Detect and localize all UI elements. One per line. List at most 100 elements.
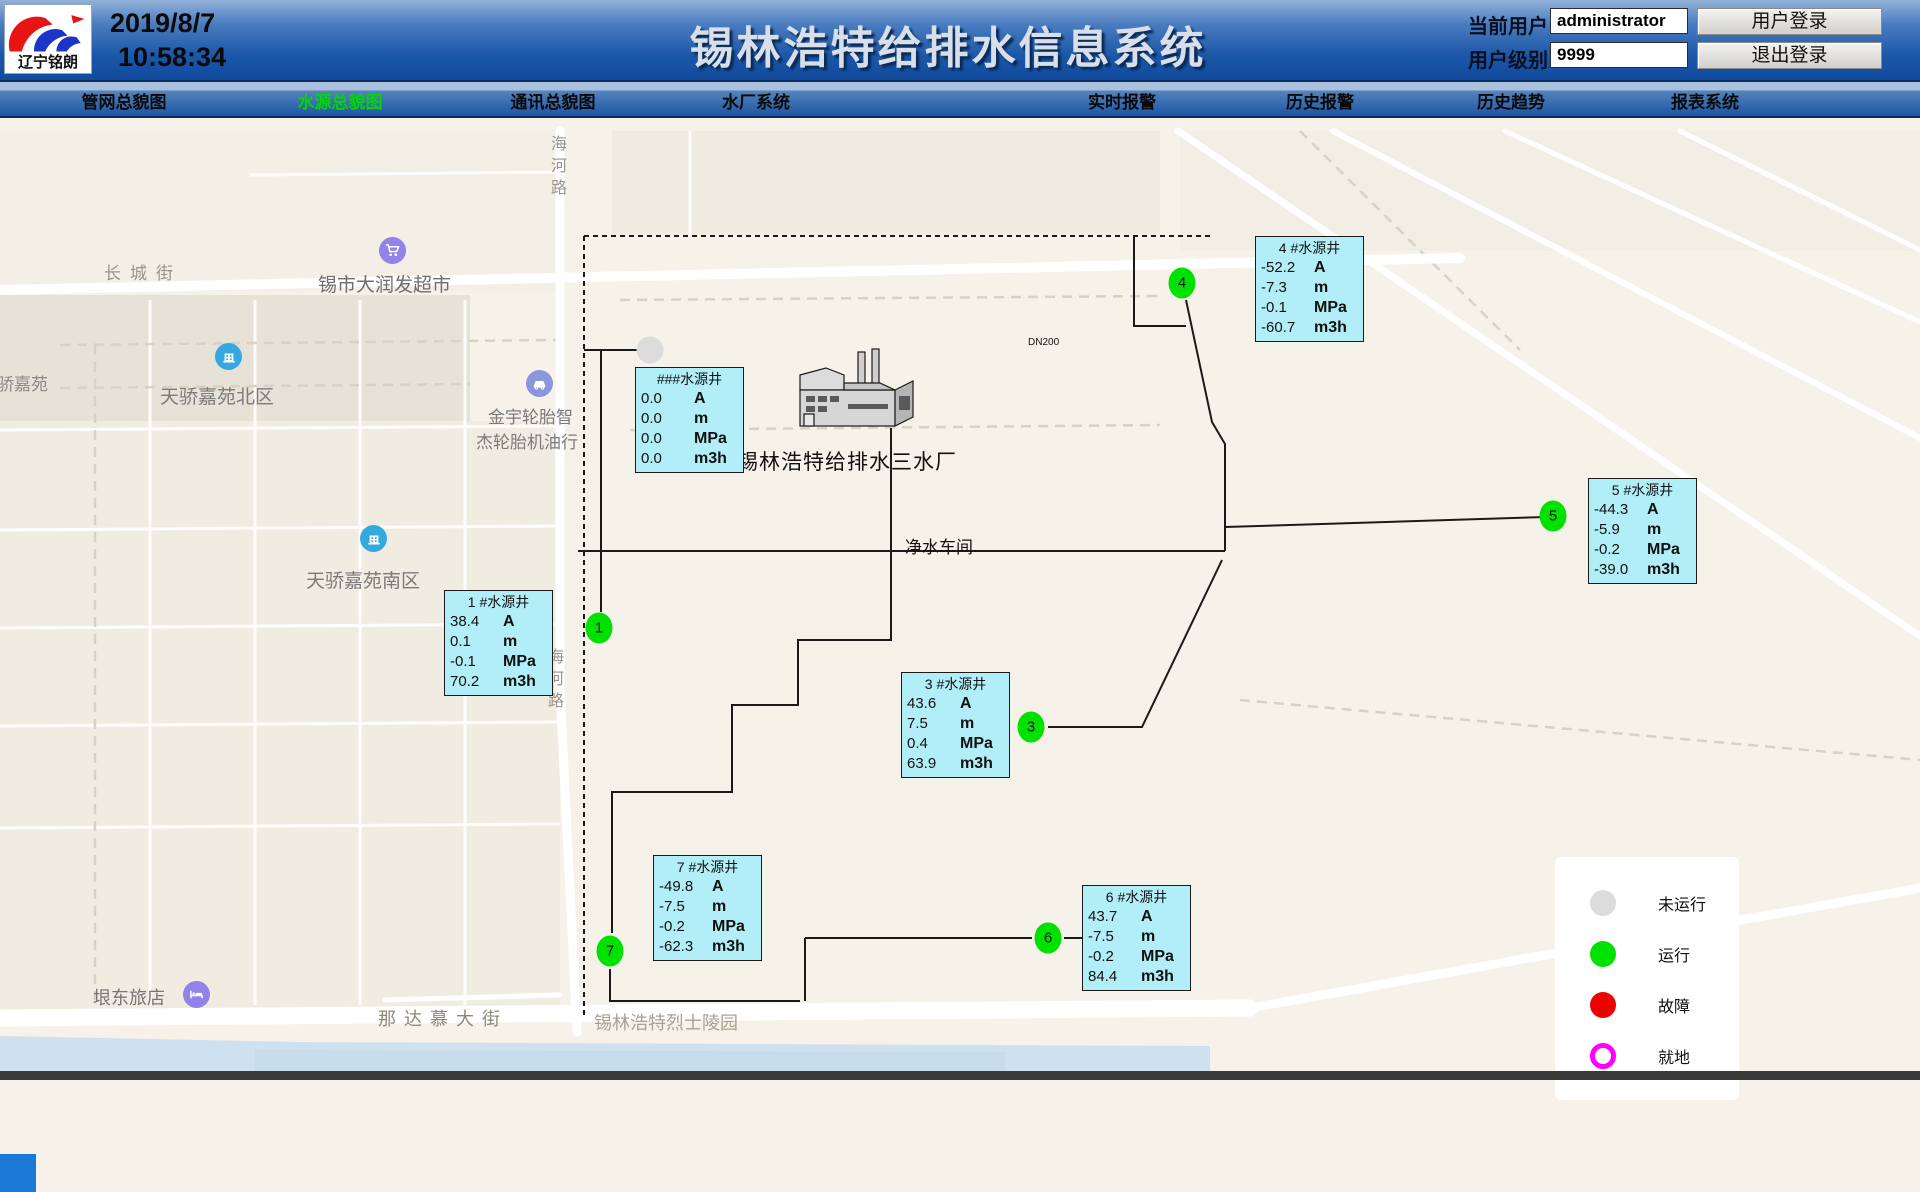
- well-marker-1[interactable]: 1: [586, 613, 613, 644]
- well-box: 4 #水源井-52.2A-7.3m-0.1MPa-60.7m3h: [1255, 236, 1364, 342]
- legend-ring-icon: [1590, 1043, 1616, 1069]
- legend-dot-icon: [1590, 941, 1616, 967]
- legend-dot-icon: [1590, 890, 1616, 916]
- well-measurement-row: -0.1MPa: [1261, 298, 1358, 318]
- well-box-title: 4 #水源井: [1261, 238, 1358, 258]
- poi-label-cemetery: 锡林浩特烈士陵园: [594, 1009, 738, 1035]
- well-measurement-row: -60.7m3h: [1261, 318, 1358, 338]
- main-nav: 管网总貌图 水源总貌图 通讯总貌图 水厂系统 实时报警 历史报警 历史趋势 报表系统: [0, 82, 1920, 118]
- nav-item-8[interactable]: 报表系统: [1671, 90, 1739, 118]
- well-box-title: 7 #水源井: [659, 857, 756, 877]
- well-measurement-row: 70.2m3h: [450, 672, 547, 692]
- nav-item-6[interactable]: 历史报警: [1286, 90, 1354, 118]
- well-box: 6 #水源井43.7A-7.5m-0.2MPa84.4m3h: [1082, 885, 1191, 991]
- legend-label: 运行: [1658, 942, 1690, 966]
- well-measurement-row: -0.1MPa: [450, 652, 547, 672]
- well-box: 5 #水源井-44.3A-5.9m-0.2MPa-39.0m3h: [1588, 478, 1697, 584]
- well-box-title: ###水源井: [641, 369, 738, 389]
- header-bar: 辽宁铭朗 2019/8/7 10:58:34 锡林浩特给排水信息系统 当前用户 …: [0, 0, 1920, 82]
- well-measurement-row: 63.9m3h: [907, 754, 1004, 774]
- well-measurement-row: -44.3A: [1594, 500, 1691, 520]
- well-marker-6[interactable]: 6: [1035, 923, 1062, 954]
- legend-item: 故障: [1555, 979, 1739, 1030]
- well-marker-7[interactable]: 7: [597, 936, 624, 967]
- well-marker-idle[interactable]: [637, 337, 664, 364]
- window-bottom-edge: [0, 1071, 1920, 1080]
- well-measurement-row: -49.8A: [659, 877, 756, 897]
- well-measurement-row: 0.1m: [450, 632, 547, 652]
- well-box: 3 #水源井43.6A7.5m0.4MPa63.9m3h: [901, 672, 1010, 778]
- legend-item: 运行: [1555, 928, 1739, 979]
- well-measurement-row: 0.0MPa: [641, 429, 738, 449]
- building-icon-north: [215, 343, 242, 370]
- legend-label: 故障: [1658, 993, 1690, 1017]
- well-measurement-row: 0.0A: [641, 389, 738, 409]
- well-marker-4[interactable]: 4: [1169, 268, 1196, 299]
- poi-label-tire-shop-1: 金宇轮胎智: [488, 403, 573, 428]
- well-measurement-row: -0.2MPa: [1088, 947, 1185, 967]
- well-measurement-row: -39.0m3h: [1594, 560, 1691, 580]
- well-measurement-row: 0.0m3h: [641, 449, 738, 469]
- current-time: 10:58:34: [110, 40, 226, 74]
- well-measurement-row: -7.5m: [659, 897, 756, 917]
- current-user-input[interactable]: [1550, 8, 1688, 34]
- well-measurement-row: -0.2MPa: [659, 917, 756, 937]
- nav-item-2[interactable]: 水源总貌图: [298, 90, 383, 118]
- well-measurement-row: -62.3m3h: [659, 937, 756, 957]
- poi-label-hotel: 垠东旅店: [93, 984, 165, 1010]
- company-logo: 辽宁铭朗: [4, 4, 92, 74]
- well-measurement-row: 38.4A: [450, 612, 547, 632]
- poi-label-supermarket: 锡市大润发超市: [318, 270, 451, 297]
- well-box-title: 1 #水源井: [450, 592, 547, 612]
- well-measurement-row: -7.5m: [1088, 927, 1185, 947]
- nav-item-4[interactable]: 水厂系统: [722, 90, 790, 118]
- well-measurement-row: -5.9m: [1594, 520, 1691, 540]
- building-icon-south: [360, 525, 387, 552]
- workshop-label: 净水车间: [905, 533, 973, 558]
- map-water-tile: [0, 1154, 36, 1192]
- current-user-label: 当前用户: [1468, 10, 1548, 39]
- nav-item-5[interactable]: 实时报警: [1088, 90, 1156, 118]
- road-label-haihe-top: 海河路: [544, 135, 568, 201]
- well-box: 1 #水源井38.4A0.1m-0.1MPa70.2m3h: [444, 590, 553, 696]
- legend-dot-icon: [1590, 992, 1616, 1018]
- well-measurement-row: 7.5m: [907, 714, 1004, 734]
- logo-text: 辽宁铭朗: [5, 55, 91, 71]
- well-box-title: 6 #水源井: [1088, 887, 1185, 907]
- nav-item-3[interactable]: 通讯总貌图: [511, 90, 596, 118]
- well-measurement-row: 43.6A: [907, 694, 1004, 714]
- logo-swoosh-icon: [6, 7, 90, 55]
- page-title: 锡林浩特给排水信息系统: [690, 12, 1207, 76]
- clock: 2019/8/7 10:58:34: [110, 6, 226, 74]
- user-level-label: 用户级别: [1468, 44, 1548, 73]
- well-box-title: 5 #水源井: [1594, 480, 1691, 500]
- poi-label-estate-north: 天骄嘉苑北区: [160, 382, 274, 409]
- pipe-diameter-label: DN200: [1028, 337, 1059, 348]
- logout-button[interactable]: 退出登录: [1697, 42, 1882, 69]
- shopping-cart-icon: [379, 237, 406, 264]
- car-icon: [526, 370, 553, 397]
- plant-title: 锡林浩特给排水三水厂: [737, 446, 957, 476]
- well-box: 7 #水源井-49.8A-7.5m-0.2MPa-62.3m3h: [653, 855, 762, 961]
- well-measurement-row: 0.4MPa: [907, 734, 1004, 754]
- poi-label-estate-south: 天骄嘉苑南区: [306, 566, 420, 593]
- legend-label: 未运行: [1658, 891, 1706, 915]
- login-button[interactable]: 用户登录: [1697, 8, 1882, 35]
- bed-icon: [183, 981, 210, 1008]
- poi-label-tire-shop-2: 杰轮胎机油行: [476, 428, 578, 453]
- nav-item-7[interactable]: 历史趋势: [1477, 90, 1545, 118]
- nav-item-1[interactable]: 管网总貌图: [82, 90, 167, 118]
- well-box-title: 3 #水源井: [907, 674, 1004, 694]
- well-measurement-row: 84.4m3h: [1088, 967, 1185, 987]
- user-level-input[interactable]: [1550, 42, 1688, 68]
- legend-item: 未运行: [1555, 877, 1739, 928]
- well-measurement-row: 43.7A: [1088, 907, 1185, 927]
- well-measurement-row: -52.2A: [1261, 258, 1358, 278]
- current-date: 2019/8/7: [110, 6, 226, 40]
- well-measurement-row: -0.2MPa: [1594, 540, 1691, 560]
- map-canvas: 长城街 锡市大润发超市 天骄嘉苑 天骄嘉苑北区 金宇轮胎智 杰轮胎机油行 天骄嘉…: [0, 120, 1920, 1080]
- well-marker-5[interactable]: 5: [1540, 501, 1567, 532]
- poi-label-estate: 天骄嘉苑: [0, 370, 48, 395]
- well-marker-3[interactable]: 3: [1018, 712, 1045, 743]
- status-legend: 未运行运行故障就地: [1555, 857, 1739, 1100]
